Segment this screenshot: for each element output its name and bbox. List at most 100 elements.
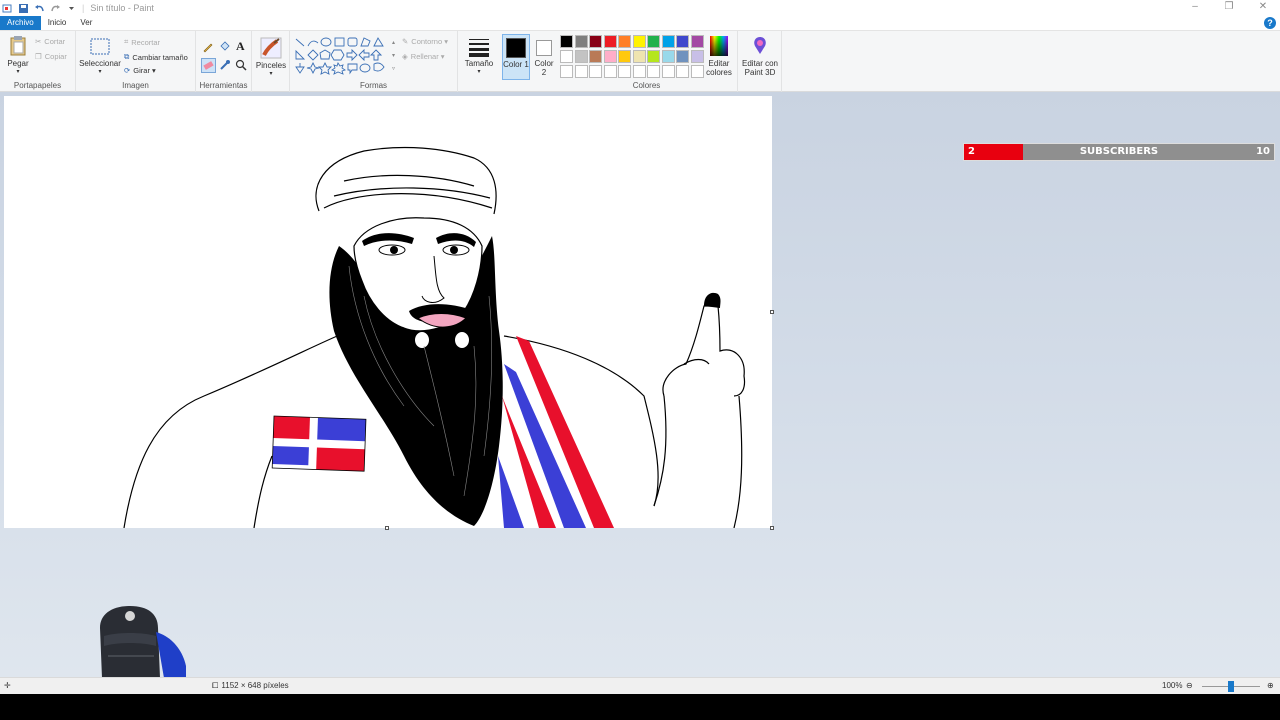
group-size: Tamaño ▾ — [458, 31, 500, 92]
palette-swatch[interactable] — [676, 35, 689, 48]
shapes-scroll[interactable]: ▴ ▾ ▿ — [392, 37, 395, 76]
palette-swatch[interactable] — [632, 50, 646, 63]
color2-label: Color 2 — [534, 59, 554, 77]
minimize-button[interactable]: – — [1178, 0, 1212, 16]
text-tool-icon[interactable]: A — [236, 39, 245, 54]
palette-swatch[interactable] — [661, 35, 675, 48]
group-image-label: Imagen — [122, 81, 149, 90]
paste-icon — [10, 36, 26, 56]
palette-swatch[interactable] — [560, 50, 573, 63]
close-button[interactable]: ✕ — [1246, 0, 1280, 16]
canvas-drawing — [123, 146, 746, 528]
palette-swatch[interactable] — [589, 35, 602, 48]
crop-label: Recortar — [131, 37, 160, 47]
gaming-chair-image — [100, 606, 186, 678]
palette-swatch[interactable] — [676, 50, 689, 63]
color1-button[interactable]: Color 1 — [502, 34, 530, 80]
tab-ver[interactable]: Ver — [73, 16, 99, 30]
paint-app-icon — [2, 4, 12, 12]
canvas-resize-handle-bottom[interactable] — [385, 526, 389, 530]
crop-button[interactable]: ⌗ Recortar — [124, 37, 160, 47]
save-icon[interactable] — [18, 3, 29, 14]
select-dropdown-icon[interactable]: ▾ — [79, 68, 121, 77]
workspace: SUBSCRIBERS 2 10 — [0, 92, 1280, 678]
outline-icon: ✎ — [402, 37, 409, 46]
palette-swatch[interactable] — [661, 50, 675, 63]
fill-bucket-icon[interactable] — [218, 41, 230, 53]
palette-swatch[interactable] — [574, 35, 588, 48]
group-tools: A Herramientas — [196, 31, 252, 92]
pencil-icon[interactable] — [202, 41, 214, 53]
help-button[interactable]: ? — [1264, 17, 1276, 29]
rotate-label: Girar ▾ — [133, 66, 156, 75]
palette-swatch[interactable] — [618, 65, 631, 78]
resize-icon: ⧉ — [124, 52, 130, 61]
palette-swatch[interactable] — [618, 35, 631, 48]
palette-swatch[interactable] — [632, 35, 646, 48]
palette-swatch[interactable] — [603, 50, 617, 63]
shapes-gallery[interactable] — [294, 37, 390, 77]
select-button[interactable]: Seleccionar ▾ — [79, 37, 121, 77]
palette-swatch[interactable] — [574, 65, 588, 78]
palette-swatch[interactable] — [603, 35, 617, 48]
brushes-dropdown-icon[interactable]: ▾ — [254, 70, 288, 79]
quick-access-toolbar: | — [0, 0, 84, 16]
color-picker-icon[interactable] — [219, 59, 231, 71]
fill-button[interactable]: ◈ Rellenar ▾ — [402, 52, 445, 61]
size-dropdown-icon[interactable]: ▾ — [462, 68, 496, 77]
tab-archivo[interactable]: Archivo — [0, 16, 41, 30]
customize-arrow-icon[interactable] — [66, 3, 77, 14]
eraser-icon[interactable] — [201, 58, 216, 73]
group-tools-label: Herramientas — [199, 81, 248, 90]
tab-inicio[interactable]: Inicio — [41, 16, 74, 30]
copy-button[interactable]: ❐ Copiar — [35, 52, 67, 61]
outline-button[interactable]: ✎ Contorno ▾ — [402, 37, 448, 46]
color1-label: Color 1 — [503, 60, 529, 69]
subscriber-label: SUBSCRIBERS — [1079, 146, 1159, 157]
paint3d-button[interactable]: Editar con Paint 3D — [739, 35, 781, 77]
magnifier-icon[interactable] — [235, 59, 247, 71]
redo-icon[interactable] — [50, 3, 61, 14]
size-button[interactable]: Tamaño ▾ — [462, 37, 496, 77]
cut-label: Cortar — [44, 37, 66, 46]
maximize-button[interactable]: ❐ — [1212, 0, 1246, 16]
resize-button[interactable]: ⧉ Cambiar tamaño — [124, 52, 188, 62]
edit-colors-button[interactable]: Editar colores — [702, 35, 736, 77]
palette-swatch[interactable] — [603, 65, 617, 78]
group-colors-label: Colores — [632, 81, 661, 90]
zoom-slider-thumb[interactable] — [1228, 681, 1234, 692]
zoom-in-button[interactable]: ⊕ — [1267, 678, 1274, 694]
title-bar: | Sin título - Paint – ❐ ✕ — [0, 0, 1280, 16]
select-icon — [90, 38, 110, 55]
zoom-out-button[interactable]: ⊖ — [1186, 678, 1193, 694]
window-title: Sin título - Paint — [90, 3, 154, 13]
palette-swatch[interactable] — [647, 65, 660, 78]
palette-swatch[interactable] — [560, 65, 573, 78]
undo-icon[interactable] — [34, 3, 45, 14]
color2-button[interactable]: Color 2 — [532, 34, 556, 80]
paste-dropdown-icon[interactable]: ▾ — [4, 68, 32, 77]
resize-label: Cambiar tamaño — [132, 52, 188, 62]
drawing-canvas[interactable] — [4, 96, 772, 528]
cut-button[interactable]: ✂ Cortar — [35, 37, 65, 46]
rotate-button[interactable]: ⟳ Girar ▾ — [124, 66, 156, 75]
palette-swatch[interactable] — [618, 50, 631, 63]
paste-button[interactable]: Pegar ▾ — [4, 35, 32, 77]
canvas-resize-handle-right[interactable] — [770, 310, 774, 314]
palette-swatch[interactable] — [632, 65, 646, 78]
palette-swatch[interactable] — [589, 50, 602, 63]
title-separator: | — [82, 3, 85, 13]
brushes-button[interactable]: Pinceles ▾ — [254, 37, 288, 79]
palette-swatch[interactable] — [676, 65, 689, 78]
canvas-resize-handle-corner[interactable] — [770, 526, 774, 530]
fill-icon: ◈ — [402, 52, 408, 61]
palette-swatch[interactable] — [574, 50, 588, 63]
palette-swatch[interactable] — [661, 65, 675, 78]
palette-swatch[interactable] — [647, 35, 660, 48]
palette-swatch[interactable] — [647, 50, 660, 63]
group-image: Seleccionar ▾ ⌗ Recortar ⧉ Cambiar tamaño … — [76, 31, 196, 92]
palette-swatch[interactable] — [560, 35, 573, 48]
group-clipboard-label: Portapapeles — [13, 81, 62, 90]
palette-swatch[interactable] — [589, 65, 602, 78]
group-colors: Editar colores Colores — [556, 31, 738, 92]
